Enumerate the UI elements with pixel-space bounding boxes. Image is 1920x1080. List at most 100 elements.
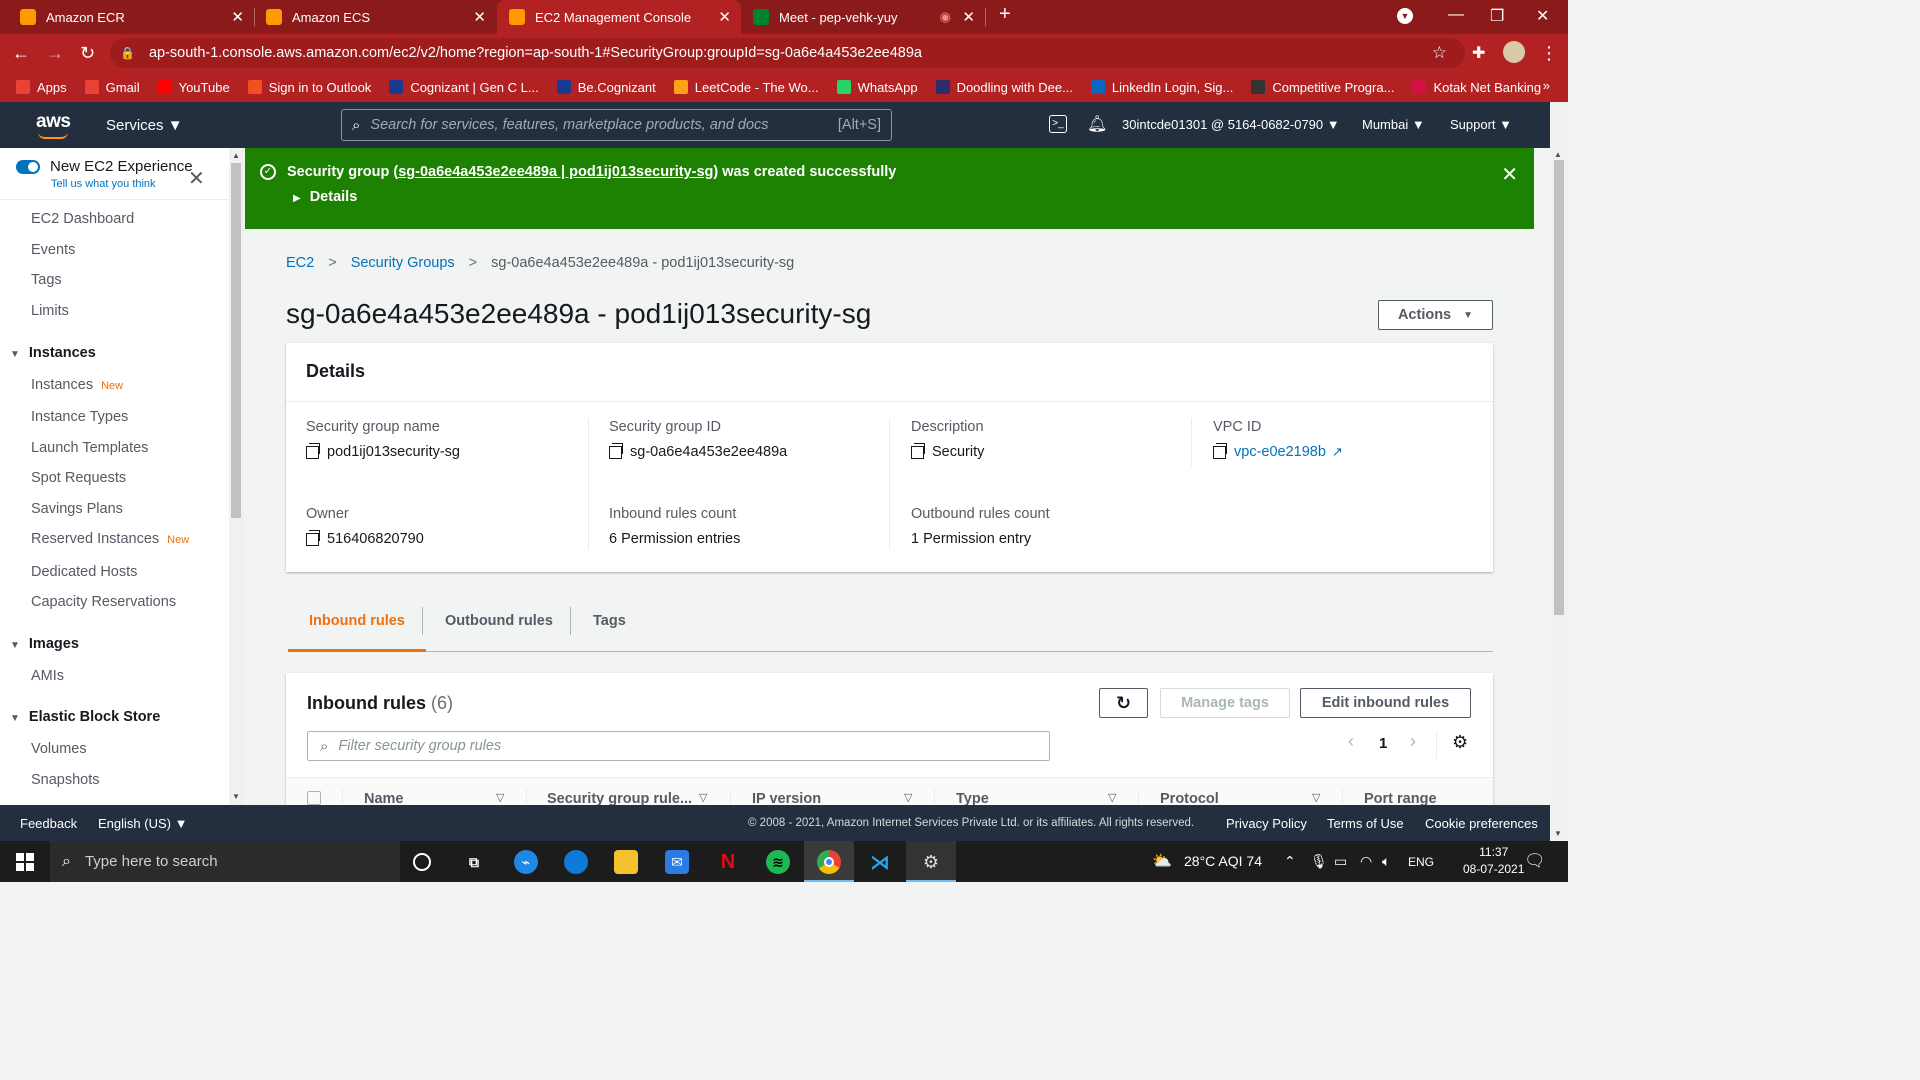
sidebar-item-instances[interactable]: Instances New	[31, 377, 123, 393]
filter-rules-input[interactable]: ⌕ Filter security group rules	[307, 731, 1050, 761]
close-icon[interactable]: ✕	[231, 8, 244, 26]
column-port-range[interactable]: Port range	[1364, 791, 1437, 805]
next-page-icon[interactable]: ›	[1410, 731, 1416, 752]
browser-tab-meet[interactable]: Meet - pep-vehk-yuy ◉ ✕	[741, 0, 985, 34]
current-page[interactable]: 1	[1379, 735, 1387, 752]
chevron-up-icon[interactable]: ⌃	[1284, 853, 1296, 870]
forward-icon[interactable]: →	[46, 43, 64, 64]
feedback-link[interactable]: Tell us what you think	[51, 178, 156, 190]
language-indicator[interactable]: ENG	[1408, 855, 1434, 869]
external-link-icon[interactable]: ↗	[1332, 444, 1343, 460]
sidebar-item-snapshots[interactable]: Snapshots	[31, 772, 100, 788]
back-icon[interactable]: ←	[12, 43, 30, 64]
bookmark-item[interactable]: Kotak Net Banking	[1412, 80, 1541, 95]
support-menu[interactable]: Support ▼	[1450, 117, 1512, 132]
mail-icon[interactable]: ✉	[665, 850, 689, 874]
sidebar-item-instance-types[interactable]: Instance Types	[31, 409, 128, 425]
manage-tags-button[interactable]: Manage tags	[1160, 688, 1290, 718]
sidebar-item-volumes[interactable]: Volumes	[31, 741, 87, 757]
browser-tab-ecs[interactable]: Amazon ECS ✕	[254, 0, 496, 34]
security-group-link[interactable]: sg-0a6e4a453e2ee489a | pod1ij013security…	[398, 164, 713, 180]
tab-inbound-rules[interactable]: Inbound rules	[288, 604, 426, 652]
browser-tab-ecr[interactable]: Amazon ECR ✕	[8, 0, 254, 34]
aws-logo[interactable]: aws	[36, 111, 71, 139]
bookmark-item[interactable]: Be.Cognizant	[556, 80, 656, 95]
copy-icon[interactable]	[911, 442, 925, 459]
close-icon[interactable]: ✕	[718, 8, 731, 26]
sidebar-item-capacity-reservations[interactable]: Capacity Reservations	[31, 594, 176, 610]
aws-search-input[interactable]: ⌕ Search for services, features, marketp…	[341, 109, 892, 141]
sidebar-item-amis[interactable]: AMIs	[31, 668, 64, 684]
browser-menu-icon[interactable]: ⋮	[1540, 43, 1558, 64]
cloudshell-icon[interactable]: >_	[1049, 115, 1067, 133]
tab-search-icon[interactable]: ▼	[1397, 8, 1413, 24]
windows-start-icon[interactable]	[16, 853, 34, 871]
notifications-bell-icon[interactable]: 🔔︎	[1087, 114, 1107, 134]
microphone-icon[interactable]: 🎙︎	[1310, 853, 1328, 870]
restore-icon[interactable]: ❐	[1490, 6, 1504, 26]
cortana-icon[interactable]	[413, 853, 431, 871]
bookmark-item[interactable]: Gmail	[84, 80, 140, 95]
refresh-button[interactable]: ↻	[1099, 688, 1148, 718]
sidebar-item-limits[interactable]: Limits	[31, 303, 69, 319]
weather-text[interactable]: 28°C AQI 74	[1184, 853, 1262, 869]
profile-avatar[interactable]	[1503, 41, 1525, 63]
column-ip-version[interactable]: IP version ▽	[752, 791, 912, 805]
close-icon[interactable]: ✕	[188, 166, 205, 191]
gear-app-icon[interactable]: ⚙	[919, 850, 943, 874]
bookmark-item[interactable]: Apps	[16, 80, 67, 95]
bookmark-item[interactable]: LeetCode - The Wo...	[673, 80, 819, 95]
bookmark-item[interactable]: LinkedIn Login, Sig...	[1090, 80, 1233, 95]
weather-icon[interactable]: ⛅	[1152, 851, 1172, 871]
settings-gear-icon[interactable]: ⚙	[1452, 732, 1468, 753]
sidebar-item-dedicated-hosts[interactable]: Dedicated Hosts	[31, 564, 137, 580]
netflix-icon[interactable]: N	[716, 850, 740, 874]
sidebar-category-instances[interactable]: ▼ Instances	[10, 345, 96, 361]
language-selector[interactable]: English (US) ▼	[98, 816, 187, 831]
bookmark-item[interactable]: Sign in to Outlook	[247, 80, 371, 95]
copy-icon[interactable]	[1213, 442, 1227, 459]
close-icon[interactable]: ✕	[473, 8, 486, 26]
column-protocol[interactable]: Protocol ▽	[1160, 791, 1320, 805]
wifi-icon[interactable]: ◠	[1360, 853, 1372, 870]
spotify-icon[interactable]: ≋	[766, 850, 790, 874]
notification-center-icon[interactable]: 🗨︎	[1524, 851, 1546, 871]
sidebar-item-reserved-instances[interactable]: Reserved Instances New	[31, 531, 189, 547]
cookie-preferences-link[interactable]: Cookie preferences	[1425, 816, 1538, 831]
sidebar-item-tags[interactable]: Tags	[31, 272, 62, 288]
copy-icon[interactable]	[609, 442, 623, 459]
window-close-icon[interactable]: ✕	[1536, 6, 1549, 26]
sidebar-item-ec2-dashboard[interactable]: EC2 Dashboard	[31, 211, 134, 227]
bookmark-item[interactable]: Cognizant | Gen C L...	[389, 80, 539, 95]
file-explorer-icon[interactable]	[614, 850, 638, 874]
column-name[interactable]: Name ▽	[364, 791, 504, 805]
copy-icon[interactable]	[306, 442, 320, 459]
bookmark-star-icon[interactable]: ☆	[1432, 43, 1447, 63]
sidebar-item-launch-templates[interactable]: Launch Templates	[31, 440, 148, 456]
url-field[interactable]: 🔒 ap-south-1.console.aws.amazon.com/ec2/…	[110, 38, 1465, 68]
chrome-icon[interactable]	[817, 850, 841, 874]
new-tab-icon[interactable]: +	[999, 3, 1011, 26]
sidebar-category-ebs[interactable]: ▼ Elastic Block Store	[10, 709, 160, 725]
account-menu[interactable]: 30intcde01301 @ 5164-0682-0790 ▼	[1122, 117, 1340, 132]
battery-icon[interactable]: ▭	[1334, 853, 1347, 870]
edge-browser-icon[interactable]	[564, 850, 588, 874]
tab-outbound-rules[interactable]: Outbound rules	[424, 604, 574, 652]
vpc-link[interactable]: vpc-e0e2198b	[1234, 444, 1326, 460]
system-clock[interactable]: 11:37 08-07-2021	[1463, 844, 1524, 878]
bookmark-item[interactable]: WhatsApp	[836, 80, 918, 95]
close-icon[interactable]: ✕	[962, 8, 975, 26]
copy-icon[interactable]	[306, 529, 320, 546]
column-type[interactable]: Type ▽	[956, 791, 1116, 805]
select-all-checkbox[interactable]	[307, 791, 321, 805]
prev-page-icon[interactable]: ‹	[1348, 731, 1354, 752]
bookmark-item[interactable]: Competitive Progra...	[1251, 80, 1394, 95]
page-scrollbar[interactable]: ▲ ▼	[1550, 102, 1568, 840]
breadcrumb-security-groups[interactable]: Security Groups	[351, 255, 455, 271]
privacy-policy-link[interactable]: Privacy Policy	[1226, 816, 1307, 831]
breadcrumb-ec2[interactable]: EC2	[286, 255, 314, 271]
column-security-group-rule[interactable]: Security group rule... ▽	[547, 791, 707, 805]
flash-details-toggle[interactable]: ▶ Details	[293, 189, 357, 205]
minimize-icon[interactable]: —	[1448, 6, 1464, 24]
region-menu[interactable]: Mumbai ▼	[1362, 117, 1425, 132]
